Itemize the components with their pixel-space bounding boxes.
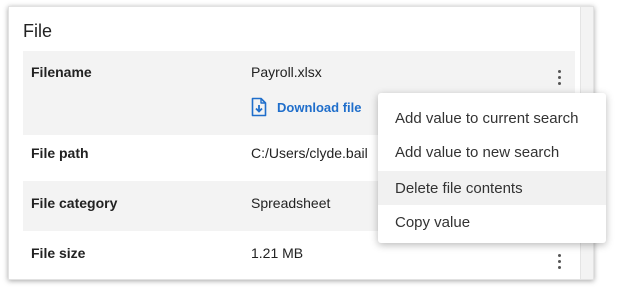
file-size-value[interactable]: 1.21 MB (251, 245, 303, 261)
filename-value[interactable]: Payroll.xlsx (251, 64, 322, 80)
menu-item-add-to-current-search[interactable]: Add value to current search (378, 101, 606, 135)
download-file-link[interactable]: Download file (251, 97, 362, 117)
menu-item-copy-value[interactable]: Copy value (378, 205, 606, 239)
context-menu: Add value to current search Add value to… (378, 93, 606, 243)
menu-item-add-to-new-search[interactable]: Add value to new search (378, 135, 606, 169)
menu-item-delete-file-contents[interactable]: Delete file contents (378, 171, 606, 205)
section-title: File (23, 21, 53, 41)
download-file-label: Download file (277, 99, 362, 115)
filename-label: Filename (31, 64, 92, 80)
file-size-label: File size (31, 245, 86, 261)
file-download-icon (251, 97, 267, 117)
file-category-value[interactable]: Spreadsheet (251, 195, 330, 211)
file-category-label: File category (31, 195, 118, 211)
more-vertical-icon[interactable] (551, 67, 567, 87)
more-vertical-icon[interactable] (551, 251, 567, 271)
file-path-label: File path (31, 145, 89, 161)
file-path-value[interactable]: C:/Users/clyde.bail (251, 145, 368, 161)
